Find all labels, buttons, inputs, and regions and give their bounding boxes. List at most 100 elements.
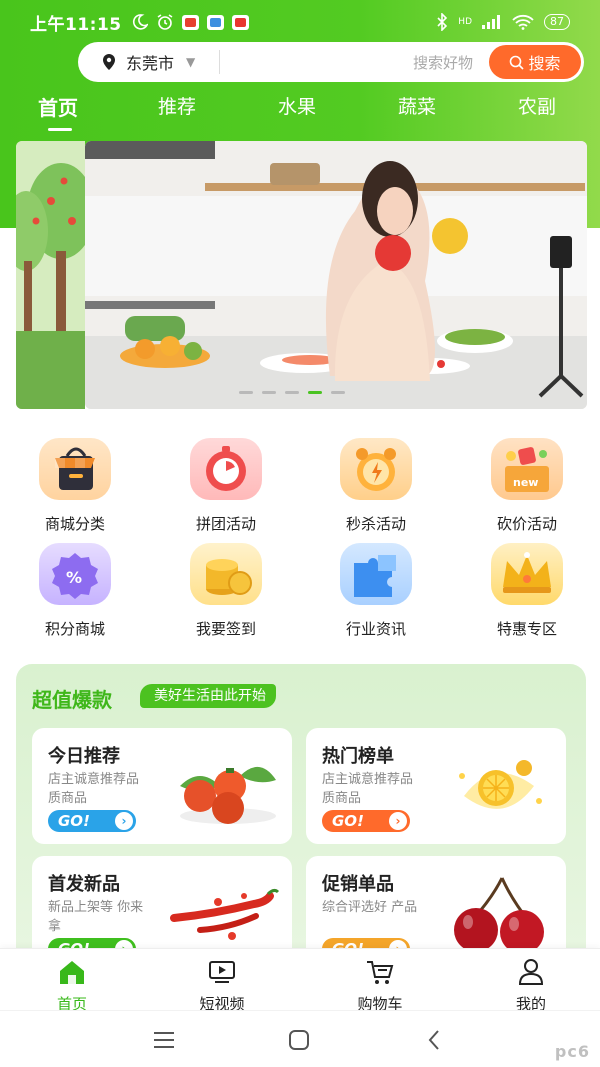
cart-icon [367,961,394,984]
go-button[interactable]: GO!› [48,810,136,832]
tab-fruit[interactable]: 水果 [278,92,316,119]
pagination-dot-active[interactable] [308,391,322,394]
network-label: HD [458,17,472,27]
category-mall[interactable]: 商城分类 [20,438,130,534]
home-square-icon[interactable] [288,1029,310,1051]
chevron-right-icon: › [115,812,133,830]
trees-illustration [16,141,85,409]
watermark-logo: pc6 [554,1042,590,1061]
card-title: 今日推荐 [48,746,120,767]
status-time: 上午11:15 [30,14,122,35]
app-notification-icon [206,14,224,30]
chili-pepper-image [170,888,280,940]
nav-short-video[interactable]: 短视频 [177,957,267,1014]
tab-home[interactable]: 首页 [38,92,78,121]
user-icon [518,959,544,985]
persimmon-image [180,766,276,824]
search-divider [219,50,221,74]
section-title: 超值爆款 [32,688,112,712]
nav-home[interactable]: 首页 [27,957,117,1014]
svg-text:%: % [66,568,82,587]
svg-text:new: new [513,476,538,489]
search-input[interactable]: 搜索好物 [413,52,473,73]
category-label: 拼团活动 [195,515,256,533]
card-title: 促销单品 [322,874,394,895]
card-subtitle: 综合评选好 产品 [322,900,418,915]
bluetooth-icon [437,13,448,31]
category-tabs: 首页 推荐 水果 蔬菜 农副 [0,88,600,132]
category-label: 商城分类 [44,515,105,533]
go-button[interactable]: GO!› [322,810,410,832]
cherry-image [454,877,544,954]
category-label: 行业资讯 [345,620,406,638]
menu-icon[interactable] [152,1031,176,1049]
gift-box-icon: new [491,438,563,500]
app-notification-icon [181,14,199,30]
search-icon [510,55,525,70]
category-bargain[interactable]: new 砍价活动 [472,438,582,534]
category-special-offers[interactable]: 特惠专区 [472,543,582,639]
category-label: 秒杀活动 [345,515,406,533]
home-icon [60,961,84,984]
card-subtitle: 新品上架等 你来拿 [48,900,144,934]
orange-slice-image [459,760,542,809]
category-industry-news[interactable]: 行业资讯 [321,543,431,639]
alarm-clock-icon [340,438,412,500]
card-title: 热门榜单 [322,746,394,767]
moon-icon [132,14,148,30]
crown-icon [491,543,563,605]
timer-icon [190,438,262,500]
tab-farm-products[interactable]: 农副 [518,92,556,119]
pagination-dot[interactable] [262,391,276,394]
pagination-dot[interactable] [239,391,253,394]
tab-recommend[interactable]: 推荐 [158,92,196,119]
chevron-right-icon: › [389,812,407,830]
card-subtitle: 店主诚意推荐品质商品 [322,772,414,806]
category-label: 积分商城 [44,620,105,638]
video-icon [209,961,235,983]
status-bar: 上午11:15 HD 87 [0,0,600,44]
bottom-navigation: 首页 短视频 购物车 我的 [0,948,600,1013]
alarm-icon [157,14,173,30]
kitchen-photo-illustration [85,141,587,409]
tab-vegetable[interactable]: 蔬菜 [398,92,436,119]
pagination-dot[interactable] [285,391,299,394]
promo-banner[interactable] [16,141,587,409]
signal-icon [482,15,500,29]
category-group-buy[interactable]: 拼团活动 [171,438,281,534]
active-tab-indicator [48,128,72,131]
search-button[interactable]: 搜索 [489,45,581,79]
coins-icon [190,543,262,605]
category-label: 我要签到 [195,620,256,638]
deal-card-ranking[interactable]: 热门榜单 店主诚意推荐品质商品 GO! › [306,728,566,844]
battery-indicator: 87 [544,14,570,30]
back-icon[interactable] [426,1029,442,1051]
puzzle-icon [340,543,412,605]
shop-bag-icon [39,438,111,500]
system-navigation-bar [0,1010,600,1067]
city-selector[interactable]: 东莞市 [126,50,174,74]
deal-card-today[interactable]: 今日推荐 店主诚意推荐品质商品 GO! › [32,728,292,844]
search-bar[interactable]: 东莞市 ▼ 搜索好物 搜索 [78,42,584,82]
chevron-down-icon[interactable]: ▼ [186,55,195,69]
location-pin-icon [103,54,115,70]
hot-deals-section: 超值爆款 美好生活由此开始 今日推荐 店主诚意推荐品质商品 GO! › 热门榜单 … [16,664,586,972]
app-notification-icon [231,14,249,30]
wifi-icon [512,14,534,30]
card-title: 首发新品 [48,874,120,895]
nav-cart[interactable]: 购物车 [335,957,425,1014]
category-flash-sale[interactable]: 秒杀活动 [321,438,431,534]
category-label: 砍价活动 [496,515,557,533]
category-points-mall[interactable]: % 积分商城 [20,543,130,639]
category-sign-in[interactable]: 我要签到 [171,543,281,639]
card-subtitle: 店主诚意推荐品质商品 [48,772,140,806]
section-tagline: 美好生活由此开始 [140,684,276,708]
banner-prev-slide[interactable] [16,141,85,409]
banner-pagination [239,391,345,394]
search-button-label: 搜索 [528,54,561,73]
category-label: 特惠专区 [496,620,557,638]
nav-profile[interactable]: 我的 [486,957,576,1014]
percent-coupon-icon: % [39,543,111,605]
pagination-dot[interactable] [331,391,345,394]
banner-image[interactable] [85,141,587,409]
